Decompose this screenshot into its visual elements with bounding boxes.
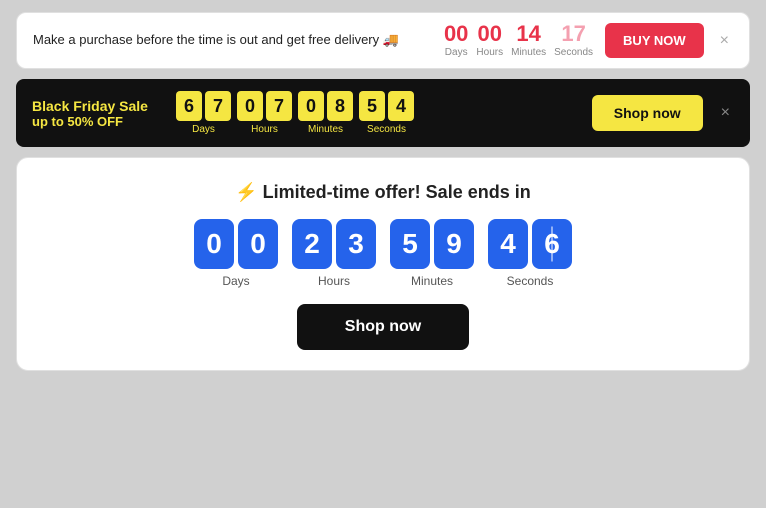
- notification-banner: Make a purchase before the time is out a…: [16, 12, 750, 69]
- blue-minutes-d2: 9: [434, 219, 474, 269]
- bf-hours-d1: 0: [237, 91, 263, 121]
- minutes-unit: 14 Minutes: [511, 23, 546, 58]
- black-friday-banner: Black Friday Sale up to 50% OFF 6 7 Days…: [16, 79, 750, 147]
- bf-days-d1: 6: [176, 91, 202, 121]
- bf-minutes: 0 8 Minutes: [298, 91, 353, 135]
- blue-seconds-d2: 6: [532, 219, 572, 269]
- seconds-label: Seconds: [554, 47, 593, 58]
- blue-hours-boxes: 2 3: [292, 219, 376, 269]
- seconds-value: 17: [561, 23, 585, 45]
- blue-days-d2: 0: [238, 219, 278, 269]
- bf-shop-button[interactable]: Shop now: [592, 95, 703, 131]
- days-unit: 00 Days: [444, 23, 468, 58]
- blue-hours-label: Hours: [318, 274, 350, 288]
- bf-days-label: Days: [192, 124, 215, 135]
- bf-seconds-boxes: 5 4: [359, 91, 414, 121]
- blue-seconds-boxes: 4 6: [488, 219, 572, 269]
- sale-card: ⚡ Limited-time offer! Sale ends in 0 0 D…: [16, 157, 750, 371]
- blue-days-boxes: 0 0: [194, 219, 278, 269]
- blue-days-d1: 0: [194, 219, 234, 269]
- blue-minutes-label: Minutes: [411, 274, 453, 288]
- bf-days: 6 7 Days: [176, 91, 231, 135]
- bf-minutes-d1: 0: [298, 91, 324, 121]
- hours-unit: 00 Hours: [476, 23, 503, 58]
- bf-days-boxes: 6 7: [176, 91, 231, 121]
- buy-now-button[interactable]: BUY NOW: [605, 23, 704, 58]
- blue-seconds: 4 6 Seconds: [488, 219, 572, 288]
- bf-minutes-label: Minutes: [308, 124, 343, 135]
- bf-countdown: 6 7 Days 0 7 Hours 0 8 Minutes 5 4 Secon…: [176, 91, 578, 135]
- days-value: 00: [444, 23, 468, 45]
- minutes-label: Minutes: [511, 47, 546, 58]
- days-label: Days: [445, 47, 468, 58]
- blue-days: 0 0 Days: [194, 219, 278, 288]
- bf-hours-label: Hours: [251, 124, 278, 135]
- bf-days-d2: 7: [205, 91, 231, 121]
- offer-title: ⚡ Limited-time offer! Sale ends in: [235, 182, 530, 203]
- bf-minutes-d2: 8: [327, 91, 353, 121]
- hours-label: Hours: [476, 47, 503, 58]
- blue-hours-d2: 3: [336, 219, 376, 269]
- minutes-value: 14: [516, 23, 540, 45]
- bf-hours-boxes: 0 7: [237, 91, 292, 121]
- blue-hours-d1: 2: [292, 219, 332, 269]
- blue-seconds-d1: 4: [488, 219, 528, 269]
- bf-seconds: 5 4 Seconds: [359, 91, 414, 135]
- bf-title: Black Friday Sale up to 50% OFF: [32, 98, 162, 129]
- close-icon[interactable]: ×: [716, 30, 733, 52]
- bf-hours: 0 7 Hours: [237, 91, 292, 135]
- blue-countdown: 0 0 Days 2 3 Hours 5 9 Minutes 4 6 Secon…: [194, 219, 572, 288]
- sale-shop-button[interactable]: Shop now: [297, 304, 469, 350]
- bf-seconds-label: Seconds: [367, 124, 406, 135]
- blue-seconds-label: Seconds: [507, 274, 554, 288]
- bf-hours-d2: 7: [266, 91, 292, 121]
- bf-line1: Black Friday Sale: [32, 98, 162, 114]
- notification-message: Make a purchase before the time is out a…: [33, 31, 432, 49]
- bf-line2: up to 50% OFF: [32, 114, 162, 129]
- blue-minutes: 5 9 Minutes: [390, 219, 474, 288]
- bf-minutes-boxes: 0 8: [298, 91, 353, 121]
- blue-days-label: Days: [222, 274, 249, 288]
- bf-seconds-d1: 5: [359, 91, 385, 121]
- hours-value: 00: [478, 23, 502, 45]
- countdown-inline: 00 Days 00 Hours 14 Minutes 17 Seconds: [444, 23, 593, 58]
- bf-seconds-d2: 4: [388, 91, 414, 121]
- bf-close-icon[interactable]: ×: [717, 102, 734, 124]
- seconds-unit: 17 Seconds: [554, 23, 593, 58]
- blue-minutes-d1: 5: [390, 219, 430, 269]
- blue-minutes-boxes: 5 9: [390, 219, 474, 269]
- blue-hours: 2 3 Hours: [292, 219, 376, 288]
